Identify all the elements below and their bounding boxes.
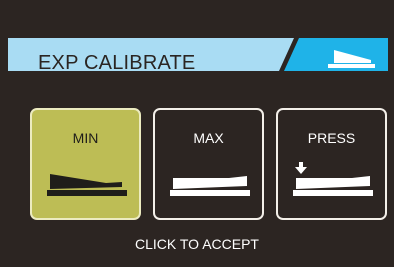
press-button[interactable]: PRESS <box>276 108 387 220</box>
down-arrow-icon <box>295 162 307 174</box>
pedal-press-arrow-icon <box>293 162 373 196</box>
pedal-toe-down-icon <box>170 176 250 196</box>
instruction-text: CLICK TO ACCEPT <box>135 236 259 252</box>
page-title: EXP CALIBRATE <box>38 52 196 71</box>
calibration-screen: EXP CALIBRATE MIN MAX PRESS CLICK TO ACC… <box>0 0 394 267</box>
pedal-heel-down-icon <box>47 174 127 196</box>
max-button[interactable]: MAX <box>153 108 264 220</box>
title-bar: EXP CALIBRATE <box>8 38 388 71</box>
min-button[interactable]: MIN <box>30 108 141 220</box>
